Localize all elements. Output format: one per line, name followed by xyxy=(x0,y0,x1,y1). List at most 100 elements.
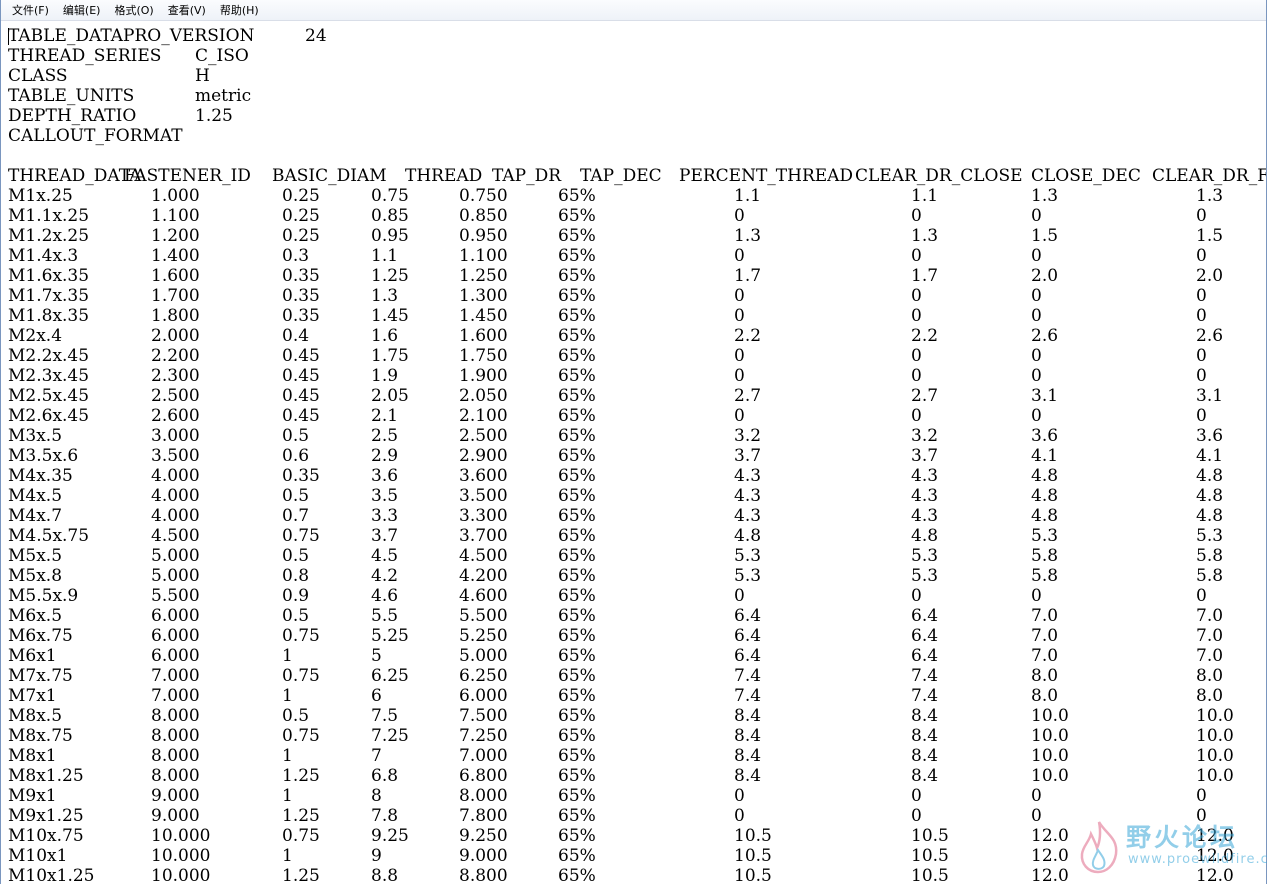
table-cell: 0 xyxy=(1031,286,1042,306)
table-cell: 65% xyxy=(558,786,596,806)
column-header: BASIC_DIAM xyxy=(272,166,387,186)
table-cell: 10.000 xyxy=(151,826,211,846)
table-cell: 10.0 xyxy=(1031,766,1069,786)
table-cell: 5.000 xyxy=(459,646,508,666)
table-cell: 65% xyxy=(558,766,596,786)
table-cell: 0 xyxy=(911,366,922,386)
table-cell: 2.6 xyxy=(1196,326,1224,346)
table-cell: 1.25 xyxy=(282,866,320,884)
table-cell: 10.0 xyxy=(1196,726,1234,746)
table-cell: 5.8 xyxy=(1031,546,1059,566)
table-cell: 65% xyxy=(558,326,596,346)
table-cell: 0 xyxy=(1196,586,1207,606)
table-cell: 1.400 xyxy=(151,246,200,266)
table-cell: 4.000 xyxy=(151,466,200,486)
header-key: THREAD_SERIES xyxy=(8,46,162,66)
table-cell: 4.5 xyxy=(371,546,399,566)
table-cell: 0.35 xyxy=(282,266,320,286)
table-cell: 0.85 xyxy=(371,206,409,226)
table-cell: 1.700 xyxy=(151,286,200,306)
table-cell: 65% xyxy=(558,486,596,506)
column-header: CLEAR_DR_FR xyxy=(1152,166,1266,186)
table-cell: 6.000 xyxy=(151,606,200,626)
menu-help[interactable]: 帮助(H) xyxy=(213,1,266,20)
table-cell: 65% xyxy=(558,806,596,826)
table-cell: 8.4 xyxy=(911,726,939,746)
table-cell: 1.1 xyxy=(371,246,399,266)
table-cell: 8.4 xyxy=(734,766,762,786)
table-cell: 5.3 xyxy=(911,566,939,586)
table-cell: 3.700 xyxy=(459,526,508,546)
table-cell: 0 xyxy=(734,286,745,306)
table-cell: 5.3 xyxy=(911,546,939,566)
table-cell: 6.25 xyxy=(371,666,409,686)
table-cell: 2.2 xyxy=(734,326,762,346)
table-cell: M1.7x.35 xyxy=(8,286,90,306)
table-cell: 1.750 xyxy=(459,346,508,366)
table-cell: 0.9 xyxy=(282,586,310,606)
table-cell: 2.7 xyxy=(734,386,762,406)
table-cell: 2.5 xyxy=(371,426,399,446)
table-cell: 7.4 xyxy=(734,686,762,706)
table-cell: 0 xyxy=(1031,206,1042,226)
table-cell: 6.000 xyxy=(459,686,508,706)
menu-format[interactable]: 格式(O) xyxy=(107,1,160,20)
table-cell: 1.250 xyxy=(459,266,508,286)
table-cell: M6x.75 xyxy=(8,626,73,646)
table-cell: 1.1 xyxy=(734,186,762,206)
notepad-window: 文件(F) 编辑(E) 格式(O) 查看(V) 帮助(H) TABLE_DATA… xyxy=(0,0,1267,884)
table-cell: 1.600 xyxy=(459,326,508,346)
table-cell: 3.6 xyxy=(1031,426,1059,446)
table-cell: 8.4 xyxy=(911,766,939,786)
table-cell: 6.4 xyxy=(911,626,939,646)
table-cell: 3.7 xyxy=(911,446,939,466)
table-cell: 1.3 xyxy=(911,226,939,246)
table-cell: 8.0 xyxy=(1031,666,1059,686)
table-cell: M4.5x.75 xyxy=(8,526,90,546)
table-cell: 4.8 xyxy=(734,526,762,546)
table-cell: 8.0 xyxy=(1031,686,1059,706)
table-cell: 0 xyxy=(734,306,745,326)
table-cell: 65% xyxy=(558,586,596,606)
table-cell: 0.25 xyxy=(282,226,320,246)
table-cell: 7.4 xyxy=(911,686,939,706)
table-cell: 0.75 xyxy=(282,526,320,546)
table-cell: M1.8x.35 xyxy=(8,306,90,326)
table-cell: M6x.5 xyxy=(8,606,63,626)
table-cell: 10.0 xyxy=(1196,746,1234,766)
table-cell: 65% xyxy=(558,686,596,706)
table-cell: 8.4 xyxy=(911,706,939,726)
table-cell: 65% xyxy=(558,286,596,306)
table-cell: 7.5 xyxy=(371,706,399,726)
menu-view[interactable]: 查看(V) xyxy=(161,1,213,20)
table-cell: 0 xyxy=(1031,366,1042,386)
table-cell: M2.2x.45 xyxy=(8,346,90,366)
table-cell: 4.3 xyxy=(911,486,939,506)
table-cell: 0.950 xyxy=(459,226,508,246)
table-cell: 4.3 xyxy=(911,466,939,486)
table-cell: 0.75 xyxy=(282,666,320,686)
table-cell: 7.000 xyxy=(151,686,200,706)
table-cell: 65% xyxy=(558,466,596,486)
table-cell: 0 xyxy=(911,786,922,806)
table-cell: 0.75 xyxy=(371,186,409,206)
menu-file[interactable]: 文件(F) xyxy=(5,1,56,20)
table-cell: M5x.8 xyxy=(8,566,63,586)
table-cell: 0.7 xyxy=(282,506,310,526)
table-cell: 0.45 xyxy=(282,406,320,426)
table-cell: 0 xyxy=(1031,786,1042,806)
table-cell: 7.0 xyxy=(1031,606,1059,626)
table-cell: 10.5 xyxy=(911,866,949,884)
table-cell: 0 xyxy=(1196,246,1207,266)
table-cell: 4.8 xyxy=(1196,486,1224,506)
table-cell: 5.250 xyxy=(459,626,508,646)
menu-edit[interactable]: 编辑(E) xyxy=(56,1,108,20)
table-cell: 1 xyxy=(282,846,293,866)
text-editor-area[interactable]: TABLE_DATAPRO_VERSION 24 THREAD_SERIES C_IS… xyxy=(1,22,1266,884)
table-cell: 7.500 xyxy=(459,706,508,726)
table-cell: 65% xyxy=(558,826,596,846)
table-cell: 65% xyxy=(558,346,596,366)
table-cell: 0 xyxy=(911,406,922,426)
table-cell: 4.2 xyxy=(371,566,399,586)
table-cell: 1.200 xyxy=(151,226,200,246)
